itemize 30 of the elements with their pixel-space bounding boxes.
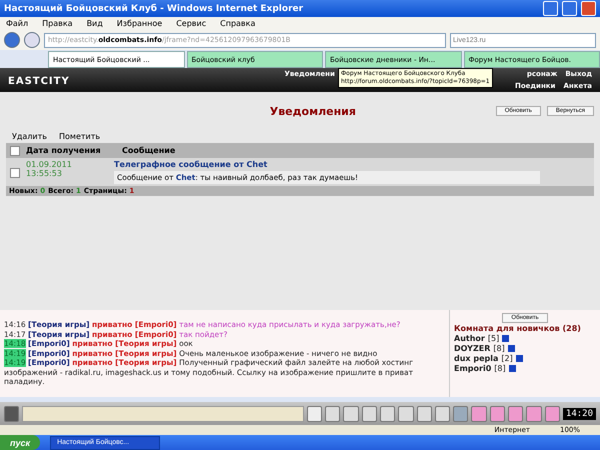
maximize-button[interactable]	[562, 1, 577, 16]
user-entry[interactable]: Author [5]	[454, 334, 596, 343]
user-entry[interactable]: Empori0 [8]	[454, 364, 596, 373]
menu-item[interactable]: Сервис	[176, 19, 206, 28]
menu-item[interactable]: Вид	[86, 19, 103, 28]
menu-item[interactable]: Правка	[42, 19, 73, 28]
menu-item[interactable]: Файл	[6, 19, 28, 28]
forward-button[interactable]	[24, 32, 40, 48]
game-clock: 14:20	[562, 408, 596, 420]
row-checkbox[interactable]	[10, 168, 20, 178]
date-cell-text: 01.09.2011 13:55:53	[26, 160, 73, 180]
message-subject[interactable]: Телеграфное сообщение от Chet	[114, 160, 540, 169]
select-all-checkbox[interactable]	[10, 146, 20, 156]
minimize-button[interactable]	[543, 1, 558, 16]
room-title: Комната для новичков (28)	[454, 324, 582, 333]
menu-item[interactable]: Справка	[220, 19, 256, 28]
column-header: Сообщение	[122, 146, 176, 155]
action-link[interactable]: Удалить	[12, 132, 47, 141]
back-button[interactable]	[4, 32, 20, 48]
page-title: Уведомления	[270, 104, 356, 118]
user-entry[interactable]: DOYZER [8]	[454, 344, 596, 353]
chat-input[interactable]	[22, 406, 304, 422]
column-header: Дата получения	[26, 146, 102, 155]
action-link[interactable]: Пометить	[59, 132, 100, 141]
start-button[interactable]: пуск	[0, 435, 40, 450]
window-title: Настоящий Бойцовский Клуб - Windows Internet Explorer	[0, 0, 600, 17]
logo: EASTCITY	[8, 75, 70, 87]
menu-item[interactable]: Избранное	[116, 19, 162, 28]
user-entry[interactable]: dux pepla [2]	[454, 354, 596, 363]
close-button[interactable]	[581, 1, 596, 16]
